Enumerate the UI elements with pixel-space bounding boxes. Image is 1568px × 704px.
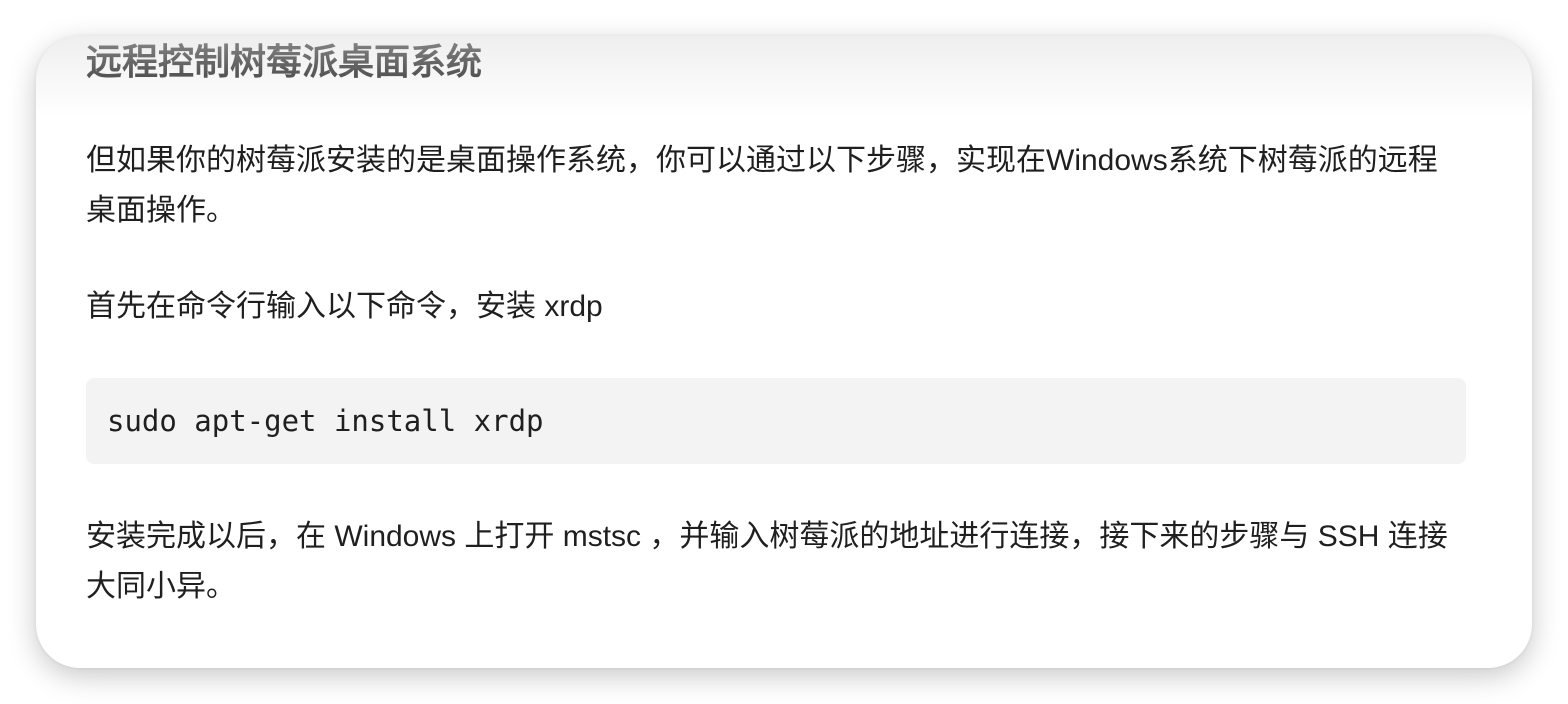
article-card: 远程控制树莓派桌面系统 但如果你的树莓派安装的是桌面操作系统，你可以通过以下步骤… — [36, 36, 1532, 668]
section-heading: 远程控制树莓派桌面系统 — [86, 41, 483, 82]
install-instruction-paragraph: 首先在命令行输入以下命令，安装 xrdp — [86, 290, 603, 323]
code-block[interactable]: sudo apt-get install xrdp — [86, 378, 1466, 464]
code-command[interactable]: sudo apt-get install xrdp — [107, 401, 544, 441]
intro-paragraph: 但如果你的树莓派安装的是桌面操作系统，你可以通过以下步骤，实现在Windows系… — [86, 144, 1438, 227]
connection-paragraph: 安装完成以后，在 Windows 上打开 mstsc ，并输入树莓派的地址进行连… — [86, 520, 1448, 603]
